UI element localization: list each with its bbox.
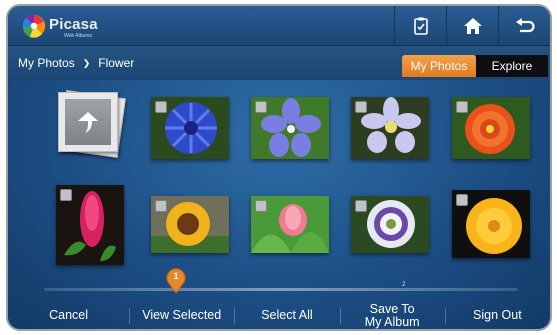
my-album-label: My Album <box>364 314 420 329</box>
photo-thumbnail[interactable] <box>351 196 429 253</box>
back-button[interactable] <box>498 6 550 46</box>
select-checkbox[interactable] <box>60 189 72 201</box>
page-marker-number: 1 <box>173 271 179 281</box>
up-arrow-icon <box>78 112 98 133</box>
breadcrumb-root[interactable]: My Photos <box>18 56 75 70</box>
photo-grid <box>8 80 550 280</box>
up-arrow-box <box>65 99 111 145</box>
select-checkbox[interactable] <box>355 101 367 113</box>
page-scroll-knob[interactable]: 1 <box>166 268 186 294</box>
select-checkbox[interactable] <box>255 101 267 113</box>
tab-explore[interactable]: Explore <box>476 55 548 77</box>
select-checkbox[interactable] <box>355 200 367 212</box>
page-scroll-track[interactable] <box>44 288 518 291</box>
breadcrumb-bar: My Photos ❯ Flower My Photos Explore <box>8 46 550 80</box>
photo-thumbnail[interactable] <box>351 97 429 159</box>
tab-my-photos[interactable]: My Photos <box>402 55 476 77</box>
home-button[interactable] <box>446 6 498 46</box>
app-subtitle: Web Albums <box>64 33 92 39</box>
photo-thumbnail[interactable] <box>56 185 124 265</box>
save-to-my-album-button[interactable]: Save To My Album <box>339 298 445 329</box>
select-checkbox[interactable] <box>456 101 468 113</box>
device-screen: Picasa Web Albums My Photos ❯ Flower My … <box>6 4 552 331</box>
sign-out-button[interactable]: Sign Out <box>444 298 550 329</box>
app-header: Picasa Web Albums <box>8 6 550 46</box>
select-all-button[interactable]: Select All <box>234 298 339 329</box>
parent-folder-button[interactable] <box>52 88 130 160</box>
select-checkbox[interactable] <box>155 101 167 113</box>
cancel-button[interactable]: Cancel <box>8 298 129 329</box>
photo-thumbnail[interactable] <box>151 97 229 159</box>
photo-thumbnail[interactable] <box>452 97 530 159</box>
stack-sheet-front <box>58 92 118 152</box>
breadcrumb: My Photos ❯ Flower <box>18 56 134 70</box>
picasa-pinwheel-icon <box>22 14 45 38</box>
photo-thumbnail[interactable] <box>251 196 329 253</box>
select-checkbox[interactable] <box>255 200 267 212</box>
photo-thumbnail[interactable] <box>151 196 229 253</box>
page-marker-2[interactable]: 2 <box>402 282 405 288</box>
photo-thumbnail[interactable] <box>251 97 329 159</box>
clipboard-button[interactable] <box>394 6 446 46</box>
breadcrumb-current: Flower <box>98 56 135 70</box>
select-checkbox[interactable] <box>456 194 468 206</box>
select-checkbox[interactable] <box>155 200 167 212</box>
photo-thumbnail[interactable] <box>452 190 530 258</box>
breadcrumb-separator: ❯ <box>82 57 91 68</box>
home-icon <box>463 18 482 34</box>
bottom-action-bar: Cancel View Selected Select All Save To … <box>8 298 550 329</box>
view-selected-button[interactable]: View Selected <box>129 298 234 329</box>
save-to-label: Save To <box>369 301 415 316</box>
app-name: Picasa <box>49 16 98 33</box>
clipboard-icon <box>413 17 428 35</box>
back-icon <box>515 18 535 33</box>
